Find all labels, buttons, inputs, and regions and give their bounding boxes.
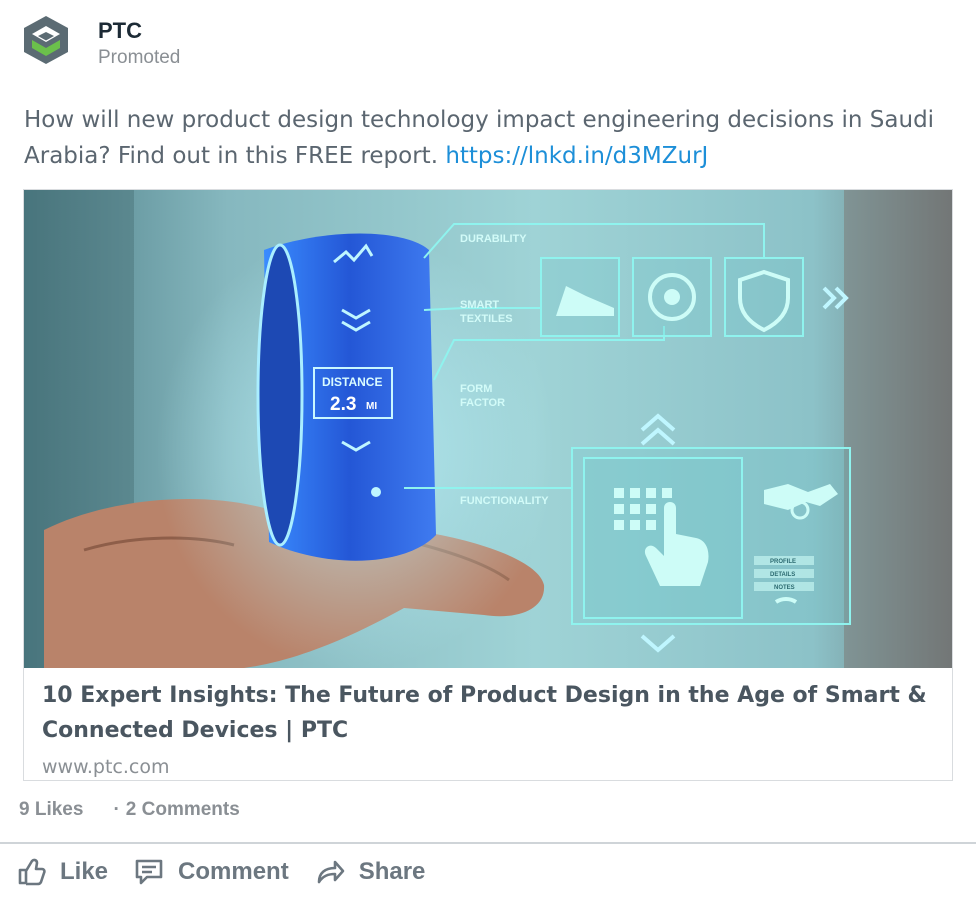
promoted-label: Promoted	[98, 47, 181, 68]
link-card[interactable]: DISTANCE 2.3 MI DURABILITY SMART TEXTILE…	[23, 189, 953, 781]
comment-button[interactable]: Comment	[134, 857, 289, 887]
share-label: Share	[358, 858, 426, 885]
label-functionality: FUNCTIONALITY	[460, 495, 549, 507]
post-link[interactable]: https://lnkd.in/d3MZurJ	[445, 143, 708, 169]
label-profile: PROFILE	[770, 559, 796, 565]
counts-separator: ·	[113, 799, 120, 820]
social-counts: 9 Likes · 2 Comments	[19, 799, 240, 821]
distance-value: 2.3	[330, 394, 356, 415]
label-notes: NOTES	[774, 585, 795, 591]
distance-label: DISTANCE	[322, 375, 382, 389]
comment-icon	[135, 859, 163, 885]
card-domain: www.ptc.com	[42, 756, 170, 778]
company-name[interactable]: PTC	[98, 18, 398, 44]
like-label: Like	[60, 858, 109, 885]
comment-label: Comment	[178, 858, 289, 885]
card-title[interactable]: 10 Expert Insights: The Future of Produc…	[42, 678, 932, 748]
label-form: FORM	[460, 383, 492, 395]
label-textiles: TEXTILES	[460, 313, 513, 325]
label-smart: SMART	[460, 299, 499, 311]
comments-count[interactable]: 2 Comments	[126, 799, 240, 821]
post-text: How will new product design technology i…	[24, 102, 944, 174]
label-factor: FACTOR	[460, 397, 505, 409]
label-durability: DURABILITY	[460, 233, 527, 245]
thumbs-up-icon	[18, 858, 46, 886]
share-icon	[317, 860, 345, 884]
card-image[interactable]: DISTANCE 2.3 MI DURABILITY SMART TEXTILE…	[24, 190, 952, 668]
distance-unit: MI	[366, 401, 377, 412]
likes-count[interactable]: 9 Likes	[19, 799, 83, 821]
post-header: PTC Promoted	[22, 14, 180, 70]
label-details: DETAILS	[770, 572, 795, 578]
like-button[interactable]: Like	[16, 857, 108, 887]
ptc-logo-icon[interactable]	[22, 14, 70, 66]
divider	[0, 842, 976, 844]
company-info: PTC Promoted	[98, 18, 398, 72]
share-button[interactable]: Share	[315, 857, 426, 887]
action-bar: Like Comment Share	[16, 852, 451, 892]
